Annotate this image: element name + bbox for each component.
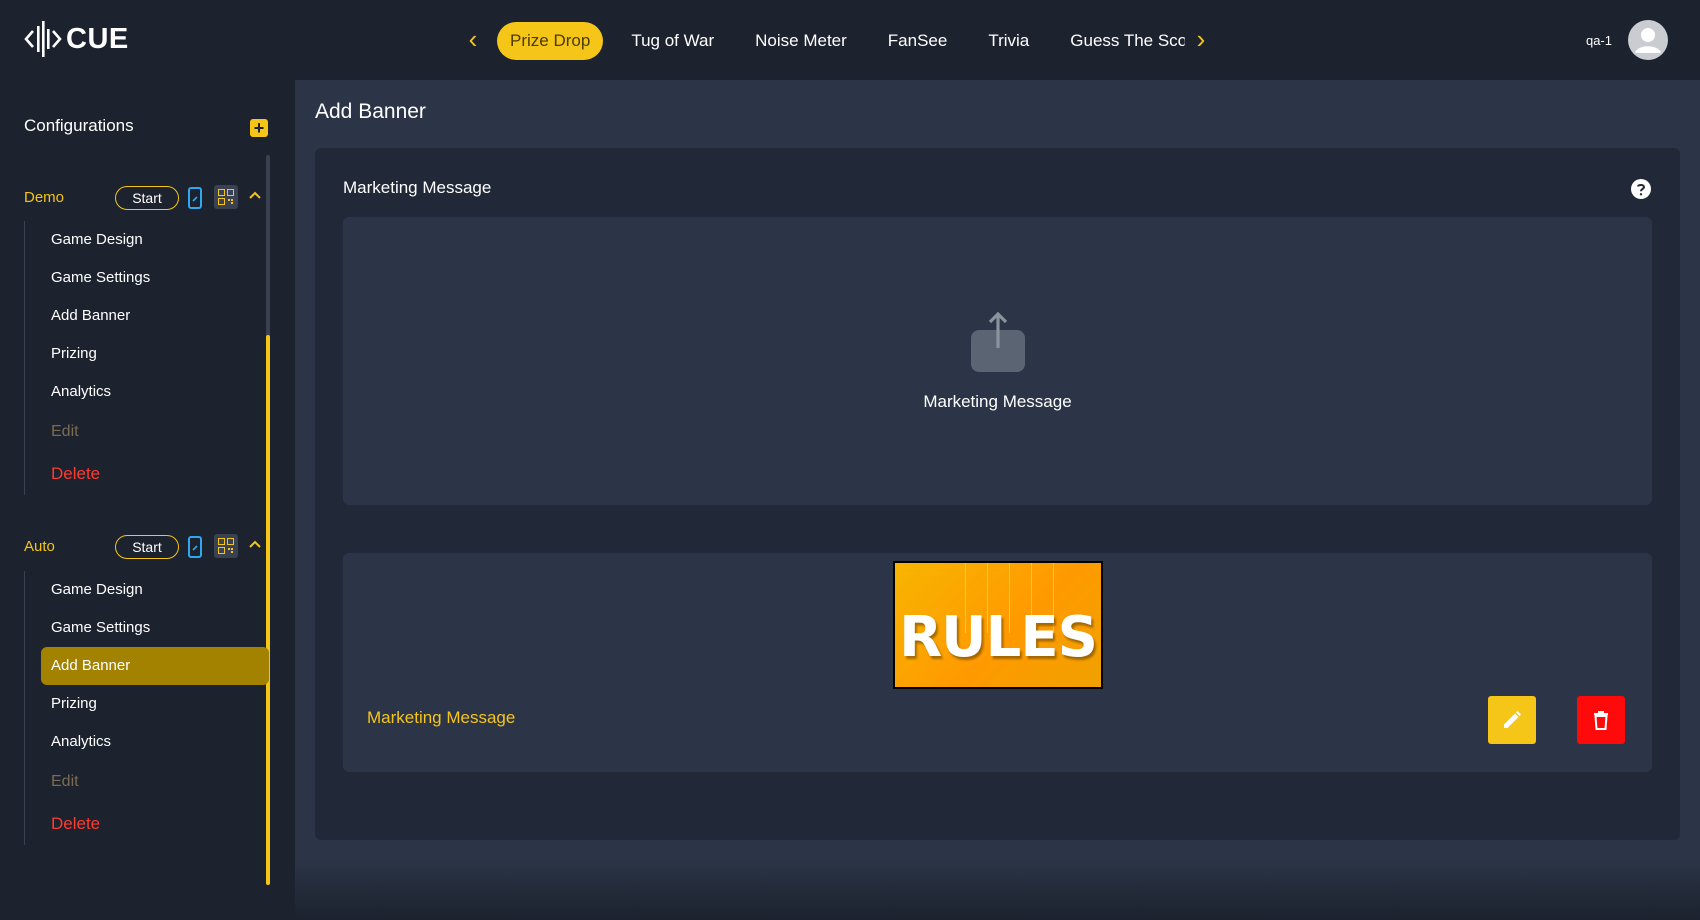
config-group-demo-items: Game Design Game Settings Add Banner Pri… <box>24 221 269 495</box>
tab-trivia[interactable]: Trivia <box>975 22 1042 60</box>
logo-mark-icon <box>24 21 62 57</box>
cue-logo[interactable]: CUE <box>24 20 129 58</box>
edit-banner-button[interactable] <box>1488 696 1536 744</box>
sidebar-item-add-banner[interactable]: Add Banner <box>41 647 269 685</box>
sidebar-item-game-design[interactable]: Game Design <box>41 571 269 609</box>
sidebar-item-delete[interactable]: Delete <box>41 803 269 845</box>
tab-guess-the-score[interactable]: Guess The Sco <box>1057 22 1185 60</box>
sidebar-item-analytics[interactable]: Analytics <box>41 373 269 411</box>
delete-banner-button[interactable] <box>1577 696 1625 744</box>
trash-icon <box>1594 711 1608 730</box>
upload-label: Marketing Message <box>923 392 1072 411</box>
page-title: Add Banner <box>315 100 426 123</box>
group-name[interactable]: Demo <box>24 189 64 206</box>
nav-next-icon[interactable]: › <box>1190 26 1212 54</box>
sidebar-item-analytics[interactable]: Analytics <box>41 723 269 761</box>
qr-code-icon[interactable] <box>214 534 238 558</box>
top-header: CUE ‹ Prize Drop Tug of War Noise Meter … <box>0 0 1700 80</box>
help-icon[interactable] <box>1630 178 1652 200</box>
config-group-demo: Demo Start <box>0 183 265 213</box>
add-configuration-button[interactable]: + <box>250 119 268 137</box>
tab-fansee[interactable]: FanSee <box>875 22 961 60</box>
avatar[interactable] <box>1628 20 1668 60</box>
config-group-auto-items: Game Design Game Settings Add Banner Pri… <box>24 571 269 845</box>
config-group-auto: Auto Start <box>0 532 265 562</box>
game-tabs: Prize Drop Tug of War Noise Meter FanSee… <box>497 22 1185 60</box>
main-content: Add Banner Marketing Message Marketing M… <box>295 80 1700 920</box>
mobile-preview-icon[interactable] <box>188 536 202 558</box>
nav-prev-icon[interactable]: ‹ <box>462 26 484 54</box>
banner-item: RULES Marketing Message <box>343 553 1652 772</box>
chevron-up-icon[interactable] <box>246 187 264 205</box>
user-menu[interactable]: qa-1 <box>1586 20 1668 60</box>
sidebar-item-prizing[interactable]: Prizing <box>41 335 269 373</box>
start-button[interactable]: Start <box>115 535 179 559</box>
banner-image-text: RULES <box>899 605 1098 670</box>
start-button[interactable]: Start <box>115 186 179 210</box>
sidebar-item-game-settings[interactable]: Game Settings <box>41 609 269 647</box>
section-label: Marketing Message <box>343 178 492 197</box>
sidebar-item-game-settings[interactable]: Game Settings <box>41 259 269 297</box>
sidebar-item-edit[interactable]: Edit <box>41 761 269 803</box>
user-name: qa-1 <box>1585 32 1612 48</box>
upload-icon <box>971 312 1025 372</box>
tab-tug-of-war[interactable]: Tug of War <box>618 22 727 60</box>
sidebar-title: Configurations <box>24 116 134 135</box>
pencil-icon <box>1504 711 1521 728</box>
chevron-up-icon[interactable] <box>246 536 264 554</box>
tab-noise-meter[interactable]: Noise Meter <box>742 22 860 60</box>
group-name[interactable]: Auto <box>24 538 55 555</box>
sidebar-item-game-design[interactable]: Game Design <box>41 221 269 259</box>
sidebar-item-add-banner[interactable]: Add Banner <box>41 297 269 335</box>
mobile-preview-icon[interactable] <box>188 187 202 209</box>
banner-name: Marketing Message <box>367 708 516 727</box>
sidebar: Configurations + Demo Start Game Design <box>0 80 295 920</box>
tab-prize-drop[interactable]: Prize Drop <box>497 22 604 60</box>
banner-card: Marketing Message Marketing Message RULE… <box>315 148 1680 840</box>
user-avatar-icon <box>1635 28 1661 53</box>
sidebar-item-edit[interactable]: Edit <box>41 411 269 453</box>
qr-code-icon[interactable] <box>214 185 238 209</box>
sidebar-item-prizing[interactable]: Prizing <box>41 685 269 723</box>
logo-text: CUE <box>66 22 129 55</box>
sidebar-item-delete[interactable]: Delete <box>41 453 269 495</box>
bottom-fade <box>295 860 1700 920</box>
banner-image[interactable]: RULES <box>893 561 1103 689</box>
upload-dropzone[interactable]: Marketing Message <box>343 217 1652 505</box>
